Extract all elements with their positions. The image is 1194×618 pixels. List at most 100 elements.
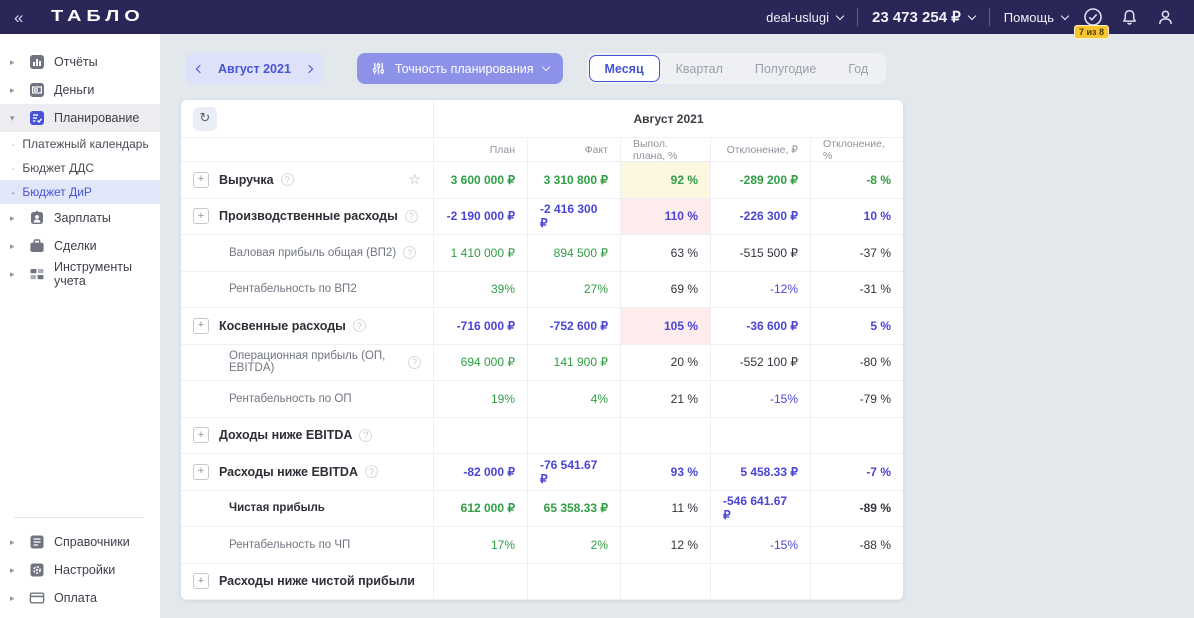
sidebar-item-reports[interactable]: ▸Отчёты [0,48,160,76]
help-icon[interactable]: ? [403,246,416,259]
expand-icon[interactable]: + [193,464,209,480]
help-icon[interactable]: ? [359,429,372,442]
help-icon[interactable]: ? [408,356,421,369]
table-row[interactable]: +Расходы ниже чистой прибыли [181,564,903,601]
notifications-button[interactable] [1118,6,1140,28]
profile-button[interactable] [1154,6,1176,28]
caret-right-icon[interactable]: ▸ [10,593,20,604]
cell-completion: 11 % [620,491,710,527]
expand-icon[interactable]: + [193,172,209,188]
cell-deviation-rub: -15% [710,381,810,417]
sidebar-subitem-budget-dds[interactable]: ·Бюджет ДДС [0,156,160,180]
cell-deviation-pct: -31 % [810,272,903,308]
tab-quarter[interactable]: Квартал [660,55,739,82]
company-dropdown[interactable]: deal-uslugi [766,10,843,25]
caret-right-icon[interactable]: ▸ [10,85,20,96]
tab-month[interactable]: Месяц [589,55,660,82]
empty-header-cell [181,138,433,161]
table-row[interactable]: +Производственные расходы?-2 190 000 ₽-2… [181,199,903,236]
caret-right-icon[interactable]: ▸ [10,213,20,224]
caret-right-icon[interactable]: ▸ [10,241,20,252]
sidebar-item-money[interactable]: ▸ Деньги [0,76,160,104]
tab-year[interactable]: Год [832,55,884,82]
table-row[interactable]: +Расходы ниже EBITDA?-82 000 ₽-76 541.67… [181,454,903,491]
expand-icon[interactable]: + [193,427,209,443]
sidebar-subitem-budget-dir[interactable]: ·Бюджет ДиР [0,180,160,204]
caret-down-icon[interactable]: ▾ [10,113,20,124]
planning-icon [29,110,45,126]
row-label-cell: +Доходы ниже EBITDA? [181,418,433,454]
table-row[interactable]: +Косвенные расходы?-716 000 ₽-752 600 ₽1… [181,308,903,345]
cell-completion: 12 % [620,527,710,563]
topbar: « ТАБЛО deal-uslugi 23 473 254 ₽ Помощь … [0,0,1194,34]
sidebar-item-salary[interactable]: ▸Зарплаты [0,204,160,232]
row-label-cell: Рентабельность по ОП [181,381,433,417]
column-header-deviation-rub: Отклонение, ₽ [710,138,810,161]
sidebar-item-label: Инструменты учета [54,260,150,288]
row-label: Косвенные расходы [219,319,346,333]
expand-icon[interactable]: + [193,318,209,334]
sidebar: ▸Отчёты▸Деньги▾Планирование·Платежный ка… [0,34,160,618]
topbar-divider [857,8,858,26]
settings-icon [29,562,45,578]
onboarding-progress-button[interactable]: 7 из 8 [1082,6,1104,28]
caret-right-icon[interactable]: ▸ [10,269,20,280]
expand-icon[interactable]: + [193,208,209,224]
sidebar-item-label: Оплата [54,591,97,605]
help-icon[interactable]: ? [405,210,418,223]
cell-deviation-rub [710,418,810,454]
row-label-cell: Чистая прибыль [181,491,433,527]
chevron-down-icon [541,63,549,71]
cell-completion: 110 % [620,199,710,235]
column-header-fact: Факт [527,138,620,161]
app-logo: ТАБЛО [51,8,145,26]
table-corner-cell: ↻ [181,100,433,137]
user-icon [1156,8,1175,27]
sidebar-item-payment[interactable]: ▸ Оплата [0,584,160,612]
help-icon[interactable]: ? [365,465,378,478]
table-row[interactable]: Операционная прибыль (ОП, EBITDA)?694 00… [181,345,903,382]
sidebar-item-deals[interactable]: ▸Сделки [0,232,160,260]
next-period-icon[interactable] [305,64,313,72]
sidebar-item-planning[interactable]: ▾Планирование [0,104,160,132]
cell-fact: 894 500 ₽ [527,235,620,271]
previous-period-icon[interactable] [196,64,204,72]
table-row[interactable]: +Выручка?☆3 600 000 ₽3 310 800 ₽92 %-289… [181,162,903,199]
table-row[interactable]: Рентабельность по ОП19%4%21 %-15%-79 % [181,381,903,418]
caret-right-icon[interactable]: ▸ [10,57,20,68]
help-dropdown[interactable]: Помощь [1004,10,1068,25]
sidebar-subitem-payment-calendar[interactable]: ·Платежный календарь [0,132,160,156]
cell-plan: 694 000 ₽ [433,345,527,381]
table-row[interactable]: Рентабельность по ЧП17%2%12 %-15%-88 % [181,527,903,564]
caret-right-icon[interactable]: ▸ [10,565,20,576]
topbar-divider [989,8,990,26]
table-row[interactable]: +Доходы ниже EBITDA? [181,418,903,455]
table-row[interactable]: Чистая прибыль612 000 ₽65 358.33 ₽11 %-5… [181,491,903,528]
help-icon[interactable]: ? [353,319,366,332]
caret-right-icon[interactable]: ▸ [10,537,20,548]
cell-completion: 92 % [620,162,710,198]
row-label-cell: Рентабельность по ЧП [181,527,433,563]
row-label: Чистая прибыль [193,502,325,514]
tab-halfyear[interactable]: Полугодие [739,55,832,82]
row-label: Валовая прибыль общая (ВП2) [193,247,396,259]
planning-accuracy-button[interactable]: Точность планирования [357,53,563,84]
cell-deviation-pct: -37 % [810,235,903,271]
period-selector[interactable]: Август 2021 [185,53,324,84]
star-icon[interactable]: ☆ [408,173,421,187]
refresh-icon[interactable]: ↻ [193,107,217,131]
sidebar-item-tools[interactable]: ▸ Инструменты учета [0,260,160,288]
table-column-header-row: ПланФактВыпол. плана, %Отклонение, ₽Откл… [181,138,903,162]
balance-dropdown[interactable]: 23 473 254 ₽ [872,8,975,26]
sidebar-item-label: Деньги [54,83,94,97]
table-row[interactable]: Рентабельность по ВП239%27%69 %-12%-31 % [181,272,903,309]
table-row[interactable]: Валовая прибыль общая (ВП2)?1 410 000 ₽8… [181,235,903,272]
help-icon[interactable]: ? [281,173,294,186]
sidebar-item-settings[interactable]: ▸Настройки [0,556,160,584]
column-header-deviation-pct: Отклонение, % [810,138,903,161]
collapse-sidebar-icon[interactable]: « [14,9,23,26]
row-label: Рентабельность по ЧП [193,539,350,551]
expand-icon[interactable]: + [193,573,209,589]
sidebar-item-directories[interactable]: ▸Справочники [0,528,160,556]
row-label-cell: Операционная прибыль (ОП, EBITDA)? [181,345,433,381]
